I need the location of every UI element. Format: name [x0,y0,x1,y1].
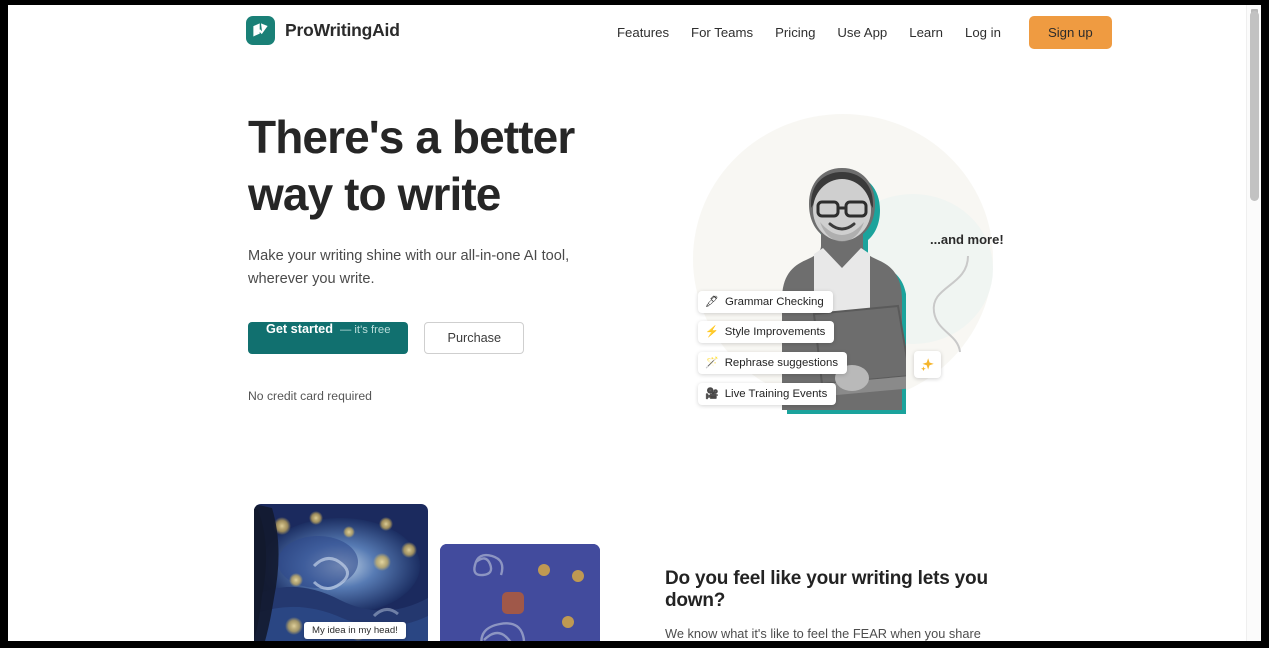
nav-link-log-in[interactable]: Log in [954,17,1012,48]
video-camera-icon: 🎥 [705,387,719,400]
hero-subtitle: Make your writing shine with our all-in-… [248,248,570,287]
nav-link-features[interactable]: Features [606,17,680,48]
sparkle-icon [914,351,941,378]
get-started-label: Get started [266,322,333,336]
hero-illustration: ...and more! 🖋 Grammar Checking ⚡ Style … [668,106,1028,446]
main-navigation: Features For Teams Pricing Use App Learn… [606,16,1112,49]
site-header: ProWritingAid Features For Teams Pricing… [8,5,1246,61]
page-title: There's a better way to write [248,109,608,223]
section-paragraph: We know what it's like to feel the FEAR … [665,626,981,641]
page-content: ProWritingAid Features For Teams Pricing… [8,5,1261,641]
lower-copy: Do you feel like your writing lets you d… [665,568,1015,641]
no-credit-card-note: No credit card required [248,389,372,403]
idea-caption-bubble: My idea in my head! [304,622,406,639]
sign-up-button[interactable]: Sign up [1028,16,1112,49]
feature-chip-rephrase-suggestions: 🪄 Rephrase suggestions [698,352,848,374]
feather-pen-icon: 🖋 [705,295,719,308]
book-check-icon [246,16,275,45]
nav-link-learn[interactable]: Learn [898,17,954,48]
callout-curve-icon [932,255,969,353]
feature-chip-live-training-events: 🎥 Live Training Events [698,383,837,405]
person-with-laptop-photo [782,168,906,414]
feature-chip-label: Rephrase suggestions [724,357,839,369]
lower-section: My idea in my head! Do you feel like you… [8,481,1246,641]
feature-chip-style-improvements: ⚡ Style Improvements [698,321,835,343]
browser-window: ProWritingAid Features For Teams Pricing… [0,0,1269,648]
feature-chip-label: Live Training Events [724,388,828,400]
nav-link-use-app[interactable]: Use App [826,17,898,48]
feature-chip-label: Grammar Checking [724,296,824,308]
nav-link-pricing[interactable]: Pricing [764,17,826,48]
hero-section: There's a better way to write Make your … [8,61,1246,481]
starry-night-image [254,504,428,641]
hero-title-line-2: way to write [248,168,501,220]
vertical-scrollbar[interactable] [1246,5,1261,641]
brand-name: ProWritingAid [285,20,400,40]
hero-copy: There's a better way to write Make your … [248,109,608,403]
hero-title-line-1: There's a better [248,111,575,163]
nav-link-for-teams[interactable]: For Teams [680,17,764,48]
magic-wand-icon: 🪄 [705,356,719,369]
get-started-note: — it's free [339,324,391,336]
browser-viewport: ProWritingAid Features For Teams Pricing… [8,5,1261,641]
lightning-bolt-icon: ⚡ [705,325,719,338]
get-started-button[interactable]: Get started — it's free [248,322,409,354]
brand-logo[interactable]: ProWritingAid [246,16,400,45]
and-more-callout: ...and more! [930,232,1004,247]
feature-chip-label: Style Improvements [724,326,826,338]
sketch-drawing-image [440,544,600,641]
scrollbar-thumb[interactable] [1250,11,1259,201]
feature-chip-grammar-checking: 🖋 Grammar Checking [698,291,833,313]
section-title: Do you feel like your writing lets you d… [665,568,988,611]
hero-actions: Get started — it's free Purchase [248,322,608,354]
illustration-cards: My idea in my head! [254,504,604,641]
purchase-button[interactable]: Purchase [424,322,525,354]
